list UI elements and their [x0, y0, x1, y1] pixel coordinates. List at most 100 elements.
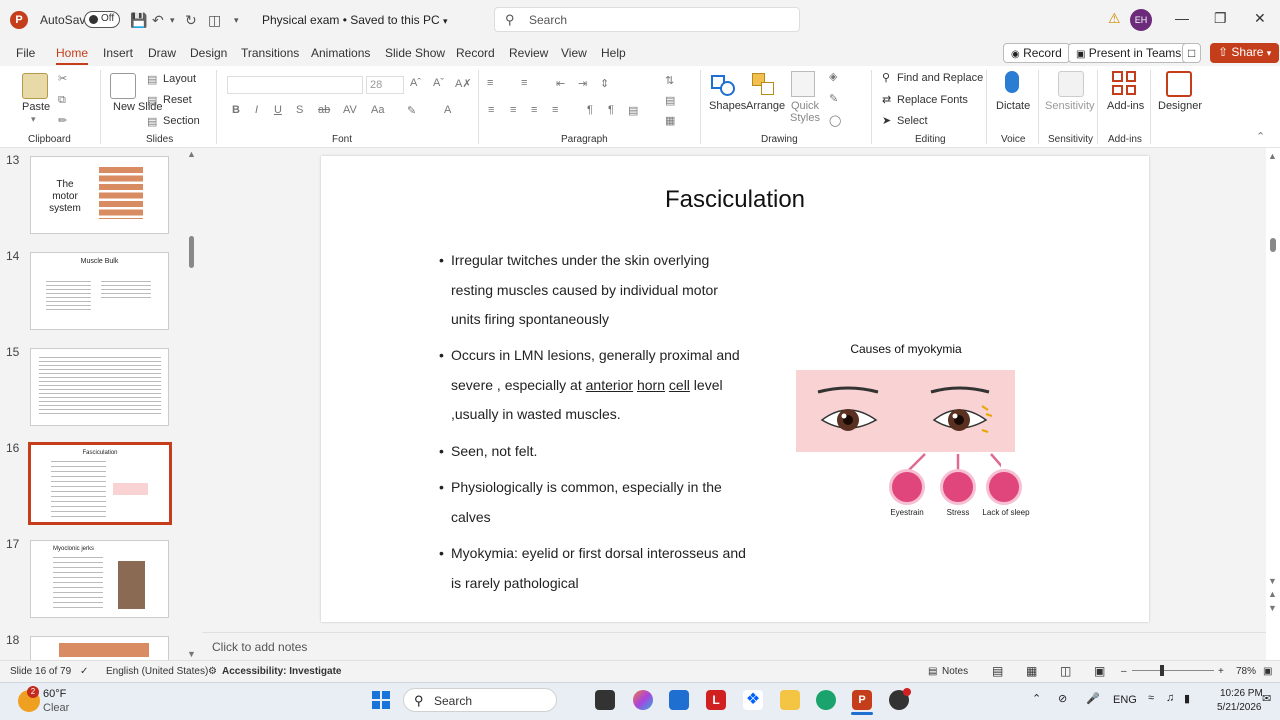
user-avatar[interactable]: EH: [1130, 9, 1152, 31]
arrange-button[interactable]: Arrange: [746, 100, 785, 112]
slide-thumbnail-14[interactable]: Muscle Bulk: [30, 252, 169, 330]
minimize-icon[interactable]: —: [1175, 10, 1189, 26]
next-slide-icon[interactable]: ▼: [1268, 603, 1277, 613]
clear-formatting-icon[interactable]: A✗: [455, 77, 472, 90]
highlight-icon[interactable]: ✎: [407, 104, 416, 117]
ltr-icon[interactable]: ¶: [587, 104, 593, 116]
quick-styles-button[interactable]: Quick Styles: [786, 100, 824, 124]
notifications-icon[interactable]: ✉: [1262, 692, 1271, 705]
rtl-icon[interactable]: ¶: [608, 104, 614, 116]
app-l-icon[interactable]: L: [706, 690, 726, 710]
bullets-icon[interactable]: ≡: [487, 77, 493, 89]
shape-effects-icon[interactable]: ◯: [829, 114, 841, 127]
undo-dropdown-icon[interactable]: ▾: [170, 15, 175, 26]
volume-icon[interactable]: ♫: [1166, 692, 1174, 704]
zoom-out-icon[interactable]: –: [1121, 666, 1127, 677]
zoom-slider-thumb[interactable]: [1160, 665, 1164, 676]
canvas-scroll-up-icon[interactable]: ▲: [1268, 151, 1277, 161]
spellcheck-icon[interactable]: ✓: [80, 666, 88, 677]
dictate-button[interactable]: Dictate: [996, 100, 1030, 112]
thumbnail-scrollbar[interactable]: [189, 236, 194, 268]
taskbar-search[interactable]: ⚲ Search: [403, 688, 557, 712]
font-name-select[interactable]: [227, 76, 363, 94]
start-icon[interactable]: [372, 691, 390, 709]
line-spacing-icon[interactable]: ⇕: [600, 77, 609, 90]
layout-button[interactable]: Layout: [163, 73, 196, 85]
align-left-icon[interactable]: ≡: [488, 104, 494, 116]
strikethrough-icon[interactable]: ab: [318, 104, 330, 116]
normal-view-icon[interactable]: ▤: [992, 664, 1003, 678]
tab-review[interactable]: Review: [509, 46, 548, 60]
microphone-tray-icon[interactable]: 🎤: [1086, 692, 1100, 705]
sensitivity-button[interactable]: Sensitivity: [1045, 100, 1095, 112]
canvas-scrollbar[interactable]: [1270, 238, 1276, 252]
tab-animations[interactable]: Animations: [311, 46, 370, 60]
increase-indent-icon[interactable]: ⇥: [578, 77, 587, 90]
shapes-icon[interactable]: [711, 73, 737, 97]
align-right-icon[interactable]: ≡: [531, 104, 537, 116]
designer-button[interactable]: Designer: [1158, 100, 1202, 112]
copilot-icon[interactable]: [633, 690, 653, 710]
character-spacing-icon[interactable]: AV: [343, 104, 357, 116]
dropbox-icon[interactable]: ❖: [743, 690, 763, 710]
tab-view[interactable]: View: [561, 46, 587, 60]
font-color-icon[interactable]: A: [444, 104, 451, 116]
present-icon[interactable]: ◫: [208, 12, 221, 29]
reading-view-icon[interactable]: ◫: [1060, 664, 1071, 678]
zoom-level[interactable]: 78%: [1236, 666, 1256, 677]
shape-outline-icon[interactable]: ✎: [829, 92, 838, 105]
tab-help[interactable]: Help: [601, 46, 626, 60]
document-title[interactable]: Physical exam • Saved to this PC ▾: [262, 13, 447, 27]
undo-icon[interactable]: ↶: [152, 12, 164, 29]
text-direction-icon[interactable]: ⇅: [665, 74, 674, 87]
reset-button[interactable]: Reset: [163, 94, 192, 106]
slide-thumbnail-18[interactable]: [30, 636, 169, 660]
file-explorer-icon[interactable]: [780, 690, 800, 710]
battery-icon[interactable]: ▮: [1184, 692, 1190, 705]
present-in-teams-button[interactable]: ▣ Present in Teams: [1068, 43, 1190, 63]
find-replace-button[interactable]: Find and Replace: [897, 72, 983, 84]
hyperlink-horn[interactable]: horn: [637, 377, 665, 393]
input-language[interactable]: ENG: [1113, 694, 1137, 706]
scroll-down-icon[interactable]: ▼: [187, 649, 196, 659]
clock-time[interactable]: 10:26 PM: [1220, 688, 1263, 699]
previous-slide-icon[interactable]: ▲: [1268, 589, 1277, 599]
slide-thumbnail-13[interactable]: The motor system: [30, 156, 169, 234]
redo-icon[interactable]: ↻: [185, 12, 197, 29]
tab-insert[interactable]: Insert: [103, 46, 133, 60]
close-icon[interactable]: ✕: [1254, 10, 1266, 27]
slide-thumbnail-17[interactable]: Myoclonic jerks: [30, 540, 169, 618]
bullet-1[interactable]: • Irregular twitches under the skin overl…: [439, 246, 751, 335]
justify-icon[interactable]: ≡: [552, 104, 558, 116]
bold-icon[interactable]: B: [232, 104, 240, 116]
font-shrink-icon[interactable]: Aˇ: [433, 77, 444, 89]
underline-icon[interactable]: U: [274, 104, 282, 116]
paste-dropdown-icon[interactable]: ▾: [31, 114, 36, 125]
align-text-icon[interactable]: ▤: [665, 94, 675, 107]
slide-thumbnail-15[interactable]: [30, 348, 169, 426]
font-size-select[interactable]: 28: [366, 76, 404, 94]
warning-icon[interactable]: ⚠: [1108, 10, 1121, 27]
collapse-ribbon-icon[interactable]: ⌃: [1256, 130, 1265, 143]
accessibility-status[interactable]: Accessibility: Investigate: [222, 666, 342, 677]
font-grow-icon[interactable]: Aˆ: [410, 77, 421, 89]
smartart-icon[interactable]: ▦: [665, 114, 675, 127]
customize-toolbar-icon[interactable]: ▾: [234, 15, 239, 26]
maximize-icon[interactable]: ❐: [1214, 10, 1227, 27]
new-slide-icon[interactable]: [110, 73, 136, 99]
tab-slide-show[interactable]: Slide Show: [385, 46, 445, 60]
bullet-4[interactable]: • Physiologically is common, especially i…: [439, 473, 751, 532]
sensitivity-icon[interactable]: [1058, 71, 1084, 97]
shapes-button[interactable]: Shapes: [709, 100, 746, 112]
record-button[interactable]: ◉ Record: [1003, 43, 1070, 63]
zoom-in-icon[interactable]: +: [1218, 666, 1224, 677]
hyperlink-anterior[interactable]: anterior: [586, 377, 633, 393]
paste-icon[interactable]: [22, 73, 48, 99]
tab-transitions[interactable]: Transitions: [241, 46, 299, 60]
store-icon[interactable]: [669, 690, 689, 710]
decrease-indent-icon[interactable]: ⇤: [556, 77, 565, 90]
microphone-icon[interactable]: [1005, 71, 1019, 93]
tab-file[interactable]: File: [16, 46, 35, 60]
numbering-icon[interactable]: ≡: [521, 77, 527, 89]
myokymia-figure[interactable]: [796, 370, 1015, 452]
